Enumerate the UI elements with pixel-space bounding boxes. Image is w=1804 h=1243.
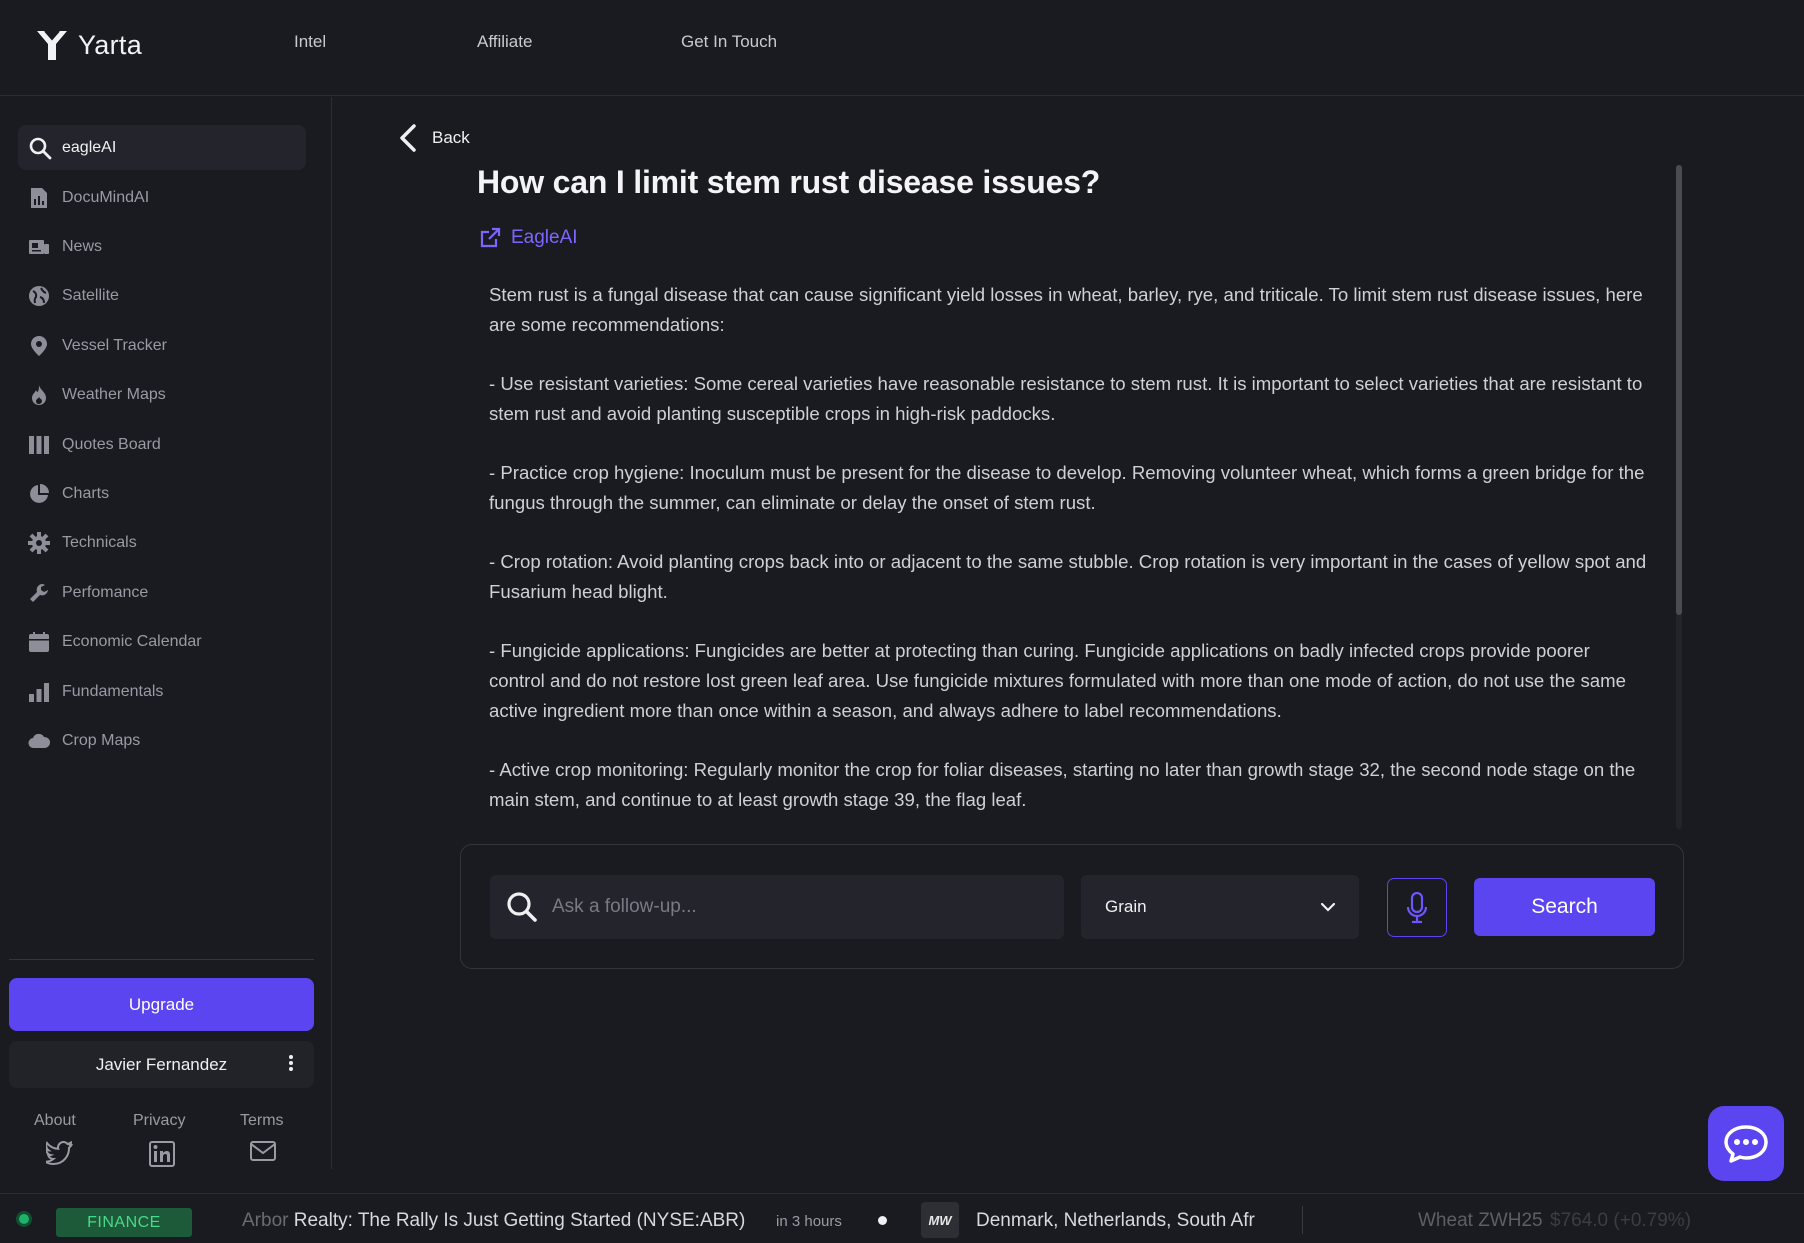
category-select[interactable]: Grain	[1081, 875, 1359, 939]
sidebar-item-quotes-board[interactable]: Quotes Board	[28, 420, 298, 469]
flame-icon	[28, 384, 50, 406]
ticker-time: in 3 hours	[776, 1213, 842, 1230]
sidebar-item-label: Perfomance	[62, 583, 149, 601]
ticker-separator	[1302, 1206, 1303, 1234]
live-indicator	[16, 1211, 32, 1227]
ticker-headline-2[interactable]: Denmark, Netherlands, South Afr	[976, 1210, 1255, 1232]
sidebar-item-vessel-tracker[interactable]: Vessel Tracker	[28, 321, 298, 370]
user-card[interactable]: Javier Fernandez	[9, 1041, 314, 1088]
source-link[interactable]: EagleAI	[479, 227, 578, 249]
answer-paragraph: - Use resistant varieties: Some cereal v…	[489, 373, 1643, 424]
follow-up-input[interactable]	[552, 896, 1032, 918]
page-title: How can I limit stem rust disease issues…	[477, 164, 1101, 200]
sidebar-item-label: Vessel Tracker	[62, 336, 167, 354]
wrench-icon	[28, 582, 50, 604]
sidebar-item-fundamentals[interactable]: Fundamentals	[28, 667, 298, 716]
answer-paragraph: - Fungicide applications: Fungicides are…	[489, 640, 1626, 721]
finance-badge[interactable]: FINANCE	[56, 1208, 192, 1237]
sidebar: eagleAI DocuMindAI News Satellite Vessel…	[0, 97, 332, 1169]
sidebar-divider	[9, 959, 314, 960]
gear-icon	[28, 532, 50, 555]
ticker-quote-value: $764.0 (+0.79%)	[1550, 1210, 1692, 1231]
external-link-icon	[480, 227, 501, 248]
sidebar-item-label: Technicals	[62, 534, 137, 552]
sidebar-item-label: Crop Maps	[62, 731, 141, 749]
source-label: EagleAI	[511, 227, 578, 248]
answer-paragraph: - Active crop monitoring: Regularly moni…	[489, 759, 1636, 811]
sidebar-item-crop-maps[interactable]: Crop Maps	[28, 716, 298, 765]
sidebar-search[interactable]: eagleAI	[18, 125, 306, 170]
footer-link-privacy[interactable]: Privacy	[133, 1112, 185, 1130]
nav-link-get-in-touch[interactable]: Get In Touch	[681, 32, 777, 52]
follow-up-panel: Grain Search	[460, 844, 1684, 969]
sidebar-item-economic-calendar[interactable]: Economic Calendar	[28, 618, 298, 667]
linkedin-icon[interactable]	[149, 1141, 175, 1172]
sidebar-item-charts[interactable]: Charts	[28, 469, 298, 518]
answer-paragraph: - Practice crop hygiene: Inoculum must b…	[489, 462, 1645, 513]
chat-bubble-icon	[1724, 1124, 1768, 1163]
more-vertical-icon[interactable]	[288, 1054, 294, 1077]
news-ticker: FINANCE Arbor Realty: The Rally Is Just …	[0, 1193, 1804, 1243]
chevron-down-icon	[1321, 902, 1335, 912]
columns-icon	[28, 434, 50, 456]
sidebar-item-label: News	[62, 238, 103, 256]
sidebar-item-satellite[interactable]: Satellite	[28, 272, 298, 321]
back-button[interactable]: Back	[398, 124, 470, 152]
bar-chart-icon	[28, 681, 50, 703]
sidebar-item-label: Quotes Board	[62, 435, 161, 453]
ticker-headline-prefix: Arbor	[242, 1210, 289, 1231]
footer-link-about[interactable]: About	[34, 1112, 76, 1130]
answer-body: Stem rust is a fungal disease that can c…	[489, 280, 1649, 844]
nav-link-intel[interactable]: Intel	[294, 32, 326, 52]
twitter-icon[interactable]	[44, 1140, 74, 1170]
sidebar-item-news[interactable]: News	[28, 222, 298, 271]
sidebar-item-technicals[interactable]: Technicals	[28, 519, 298, 568]
answer-scrollbar-thumb[interactable]	[1676, 165, 1682, 615]
sidebar-search-value: eagleAI	[62, 138, 117, 156]
ticker-headline[interactable]: Arbor Realty: The Rally Is Just Getting …	[242, 1210, 745, 1232]
sidebar-item-label: Economic Calendar	[62, 633, 202, 651]
user-name: Javier Fernandez	[95, 1054, 228, 1074]
sidebar-item-label: DocuMindAI	[62, 188, 150, 206]
yarta-logo-icon	[37, 30, 67, 60]
sidebar-item-label: Charts	[62, 485, 110, 503]
document-chart-icon	[28, 187, 50, 209]
sidebar-item-label: Fundamentals	[62, 682, 164, 700]
brand-logo[interactable]: Yarta	[34, 28, 142, 62]
search-icon	[29, 137, 52, 159]
top-nav-bar: Yarta Intel Affiliate Get In Touch	[0, 0, 1804, 96]
microphone-icon	[1406, 891, 1428, 923]
follow-up-field[interactable]	[490, 875, 1064, 939]
sidebar-item-label: Satellite	[62, 287, 119, 305]
newspaper-icon	[28, 236, 50, 258]
microphone-button[interactable]	[1387, 878, 1447, 937]
brand-name: Yarta	[78, 29, 143, 60]
upgrade-button[interactable]: Upgrade	[9, 978, 314, 1031]
ticker-headline-text: Realty: The Rally Is Just Getting Starte…	[288, 1210, 746, 1231]
sidebar-item-label: Weather Maps	[62, 386, 166, 404]
chat-support-button[interactable]	[1708, 1106, 1784, 1181]
search-icon	[507, 892, 537, 922]
answer-paragraph: Stem rust is a fungal disease that can c…	[489, 284, 1643, 335]
category-select-value: Grain	[1105, 897, 1147, 916]
sidebar-item-weather-maps[interactable]: Weather Maps	[28, 371, 298, 420]
ticker-bullet	[878, 1216, 887, 1225]
marketwatch-logo: MW	[921, 1202, 959, 1238]
answer-paragraph: - Crop rotation: Avoid planting crops ba…	[489, 551, 1647, 603]
sidebar-item-documindai[interactable]: DocuMindAI	[28, 173, 298, 222]
footer-link-terms[interactable]: Terms	[240, 1112, 284, 1130]
back-label: Back	[432, 128, 470, 147]
nav-link-affiliate[interactable]: Affiliate	[477, 32, 532, 52]
ticker-quote-name[interactable]: Wheat ZWH25	[1418, 1210, 1543, 1232]
sidebar-menu: DocuMindAI News Satellite Vessel Tracker…	[28, 173, 298, 766]
pie-chart-icon	[28, 483, 50, 505]
mail-icon[interactable]	[250, 1141, 276, 1166]
sidebar-item-perfomance[interactable]: Perfomance	[28, 568, 298, 617]
globe-icon	[28, 285, 50, 307]
chevron-left-icon	[400, 124, 416, 152]
cloud-icon	[28, 730, 50, 752]
search-button[interactable]: Search	[1474, 878, 1655, 936]
map-pin-icon	[28, 335, 50, 357]
calendar-icon	[28, 631, 50, 653]
